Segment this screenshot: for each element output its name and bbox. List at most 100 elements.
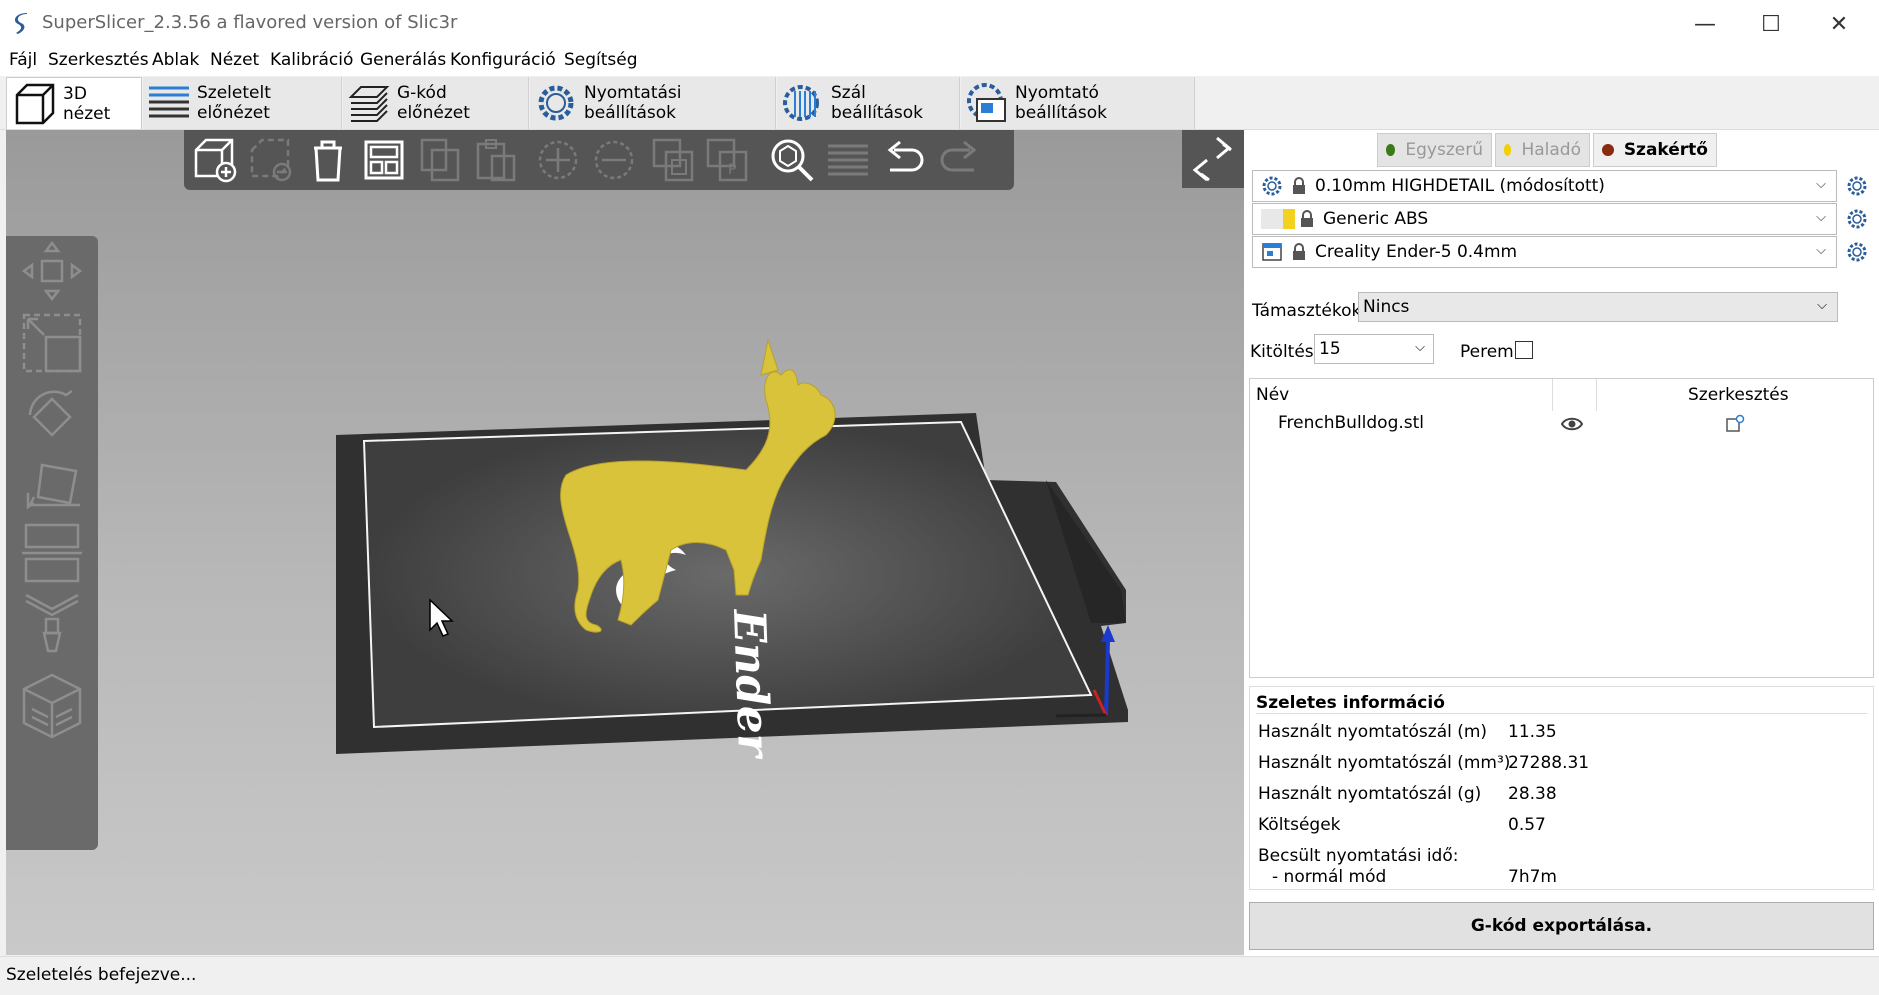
cube-icon [15,83,55,124]
minimize-button[interactable]: — [1672,4,1738,44]
delete-all-trash-icon[interactable] [304,136,352,184]
column-header-edit: Szerkesztés [1688,385,1789,405]
status-bar: Szeletelés befejezve... [0,956,1879,995]
supports-select[interactable]: Nincs ⌵ [1358,292,1838,322]
double-chevron-icon [1192,136,1232,182]
menu-file[interactable]: Fájl [9,50,37,70]
tab-label: Szál beállítások [831,83,924,123]
search-icon[interactable] [768,136,816,184]
column-header-name: Név [1256,385,1290,405]
view-cube-icon[interactable] [16,673,88,739]
move-gizmo-icon[interactable] [16,240,88,302]
scale-gizmo-icon[interactable] [16,312,88,374]
infill-label: Kitöltés: [1250,342,1320,362]
filament-weight-label: Használt nyomtatószál (g) [1258,784,1482,804]
collapse-sidebar-button[interactable] [1182,130,1244,188]
menu-calibration[interactable]: Kalibráció [270,50,353,70]
remove-instance-icon[interactable] [590,136,638,184]
support-paint-gizmo-icon[interactable] [16,592,88,654]
filament-preset-value: Generic ABS [1323,209,1429,229]
split-parts-icon[interactable]: P [704,136,752,184]
sliced-info-panel: Szeletes információ Használt nyomtatószá… [1249,686,1874,890]
printer-preset-settings-gear-icon[interactable] [1844,239,1870,265]
3d-viewport[interactable]: Ender P [6,130,1244,955]
rotate-gizmo-icon[interactable] [16,386,88,448]
menu-configuration[interactable]: Konfiguráció [450,50,556,70]
tab-sliced-preview[interactable]: Szeletelt előnézet [143,77,342,129]
chevron-down-icon: ⌵ [1817,298,1827,313]
column-divider [1596,379,1597,411]
chevron-down-icon: ⌵ [1415,340,1425,355]
mode-label: Szakértő [1623,140,1708,160]
object-name: FrenchBulldog.stl [1278,413,1425,433]
superslicer-app-icon [12,12,32,36]
lock-icon [1301,210,1313,227]
tab-label: Nyomtatási beállítások [584,83,682,123]
tab-filament-settings[interactable]: Szál beállítások [777,77,960,129]
menu-bar: Fájl Szerkesztés Ablak Nézet Kalibráció … [0,46,1879,76]
tab-gcode-preview[interactable]: G-kód előnézet [343,77,529,129]
print-preset-combo[interactable]: 0.10mm HIGHDETAIL (módosított) ⌵ [1252,170,1837,202]
brim-checkbox[interactable] [1515,341,1533,359]
filament-color-swatch [1261,209,1295,229]
menu-window[interactable]: Ablak [152,50,199,70]
chevron-down-icon: ⌵ [1816,243,1826,258]
menu-generate[interactable]: Generálás [360,50,446,70]
menu-view[interactable]: Nézet [210,50,259,70]
filament-volume-label: Használt nyomtatószál (mm³) [1258,753,1511,773]
edit-settings-icon[interactable] [1724,413,1746,435]
printer-preset-combo[interactable]: Creality Ender-5 0.4mm ⌵ [1252,236,1837,268]
estimated-time-label: Becsült nyomtatási idő: [1258,846,1459,866]
delete-object-icon[interactable] [248,136,296,184]
infill-combo[interactable]: 15 ⌵ [1314,334,1434,364]
cost-label: Költségek [1258,815,1341,835]
gizmo-toolbar [6,236,98,850]
print-preset-settings-gear-icon[interactable] [1844,173,1870,199]
filament-length-value: 11.35 [1508,722,1557,742]
menu-edit[interactable]: Szerkesztés [48,50,149,70]
copy-icon[interactable] [416,136,464,184]
split-objects-icon[interactable] [650,136,698,184]
y-axis [1055,713,1107,718]
filament-preset-combo[interactable]: Generic ABS ⌵ [1252,203,1837,235]
cut-gizmo-icon[interactable] [16,520,88,583]
gear-icon [1262,176,1282,196]
main-tab-bar: 3D nézet Szeletelt előnézet G-kód előnéz… [0,77,1879,130]
printer-preset-value: Creality Ender-5 0.4mm [1315,242,1518,262]
mode-advanced-indicator-icon [1504,144,1512,156]
export-gcode-button[interactable]: G-kód exportálása. [1249,902,1874,950]
add-object-icon[interactable] [192,136,240,184]
table-row[interactable]: FrenchBulldog.stl [1250,411,1873,443]
arrange-icon[interactable] [360,136,408,184]
add-instance-icon[interactable] [534,136,582,184]
mode-advanced-tab[interactable]: Haladó [1495,133,1590,167]
place-on-face-gizmo-icon[interactable] [16,456,88,518]
right-sidebar: Egyszerű Haladó Szakértő 0.10mm HIGHDETA… [1244,130,1879,956]
bed-logo-text: Ender [723,607,779,761]
brim-label: Perem: [1460,342,1520,362]
menu-help[interactable]: Segítség [564,50,638,70]
scene-canvas: Ender [336,338,1128,761]
normal-mode-value: 7h7m [1508,867,1557,887]
mode-label: Egyszerű [1405,140,1483,160]
maximize-button[interactable]: ☐ [1738,4,1804,44]
paste-icon[interactable] [472,136,520,184]
filament-preset-settings-gear-icon[interactable] [1844,206,1870,232]
printer-gear-icon [967,83,1006,122]
tab-printer-settings[interactable]: Nyomtató beállítások [961,77,1195,129]
close-button[interactable]: ✕ [1806,4,1872,44]
tab-3d-view[interactable]: 3D nézet [6,77,142,129]
normal-mode-label: - normál mód [1272,867,1387,887]
mode-simple-tab[interactable]: Egyszerű [1377,133,1492,167]
layers-editing-icon[interactable] [824,136,872,184]
redo-icon[interactable] [936,136,984,184]
tab-label: G-kód előnézet [397,83,470,123]
chevron-down-icon: ⌵ [1816,177,1826,192]
tab-label: Szeletelt előnézet [197,83,271,123]
top-toolbar: P [184,130,1014,190]
supports-label: Támasztékok: [1252,301,1368,321]
tab-print-settings[interactable]: Nyomtatási beállítások [530,77,776,129]
undo-icon[interactable] [880,136,928,184]
mode-expert-tab[interactable]: Szakértő [1593,133,1717,167]
eye-visibility-icon[interactable] [1560,415,1584,433]
